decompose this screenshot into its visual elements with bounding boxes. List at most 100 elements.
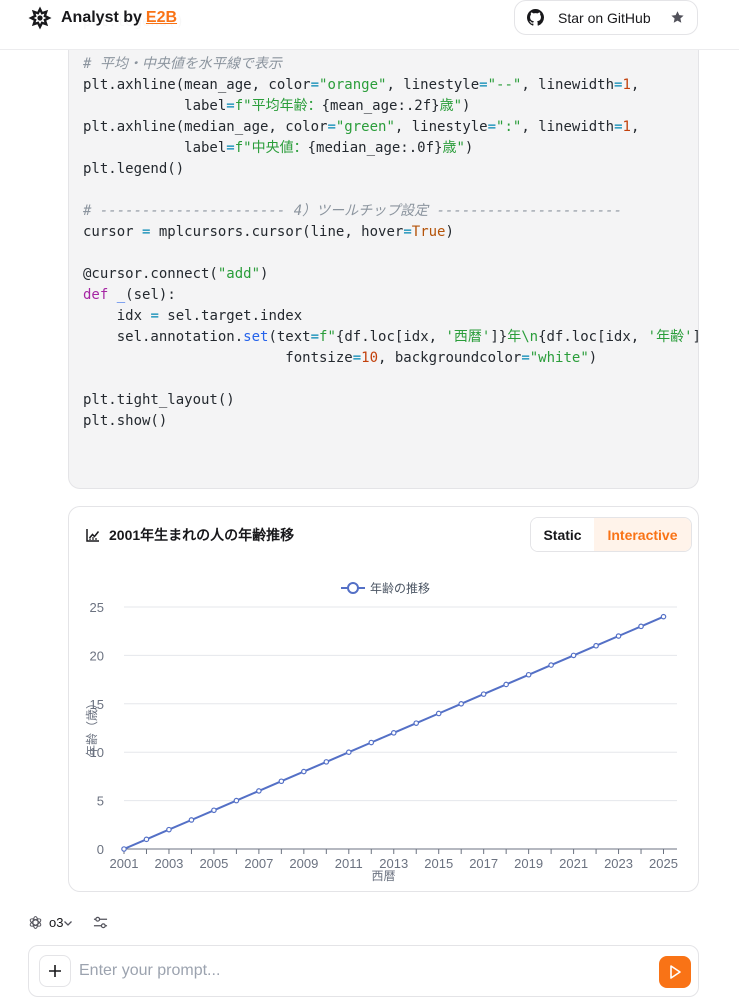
code-block: plt.legend() # 平均・中央値を水平線で表示 plt.axhline(m… — [68, 0, 699, 489]
code-token: fontsize — [83, 350, 353, 366]
code-token: sel.target.index — [158, 308, 303, 324]
python-code: plt.legend() # 平均・中央値を水平線で表示 plt.axhline(m… — [83, 12, 699, 432]
prompt-input[interactable] — [79, 959, 639, 983]
code-token: ]} — [490, 329, 508, 345]
code-line: label=f"中央値：{median_age:.0f}歳") — [83, 138, 698, 159]
static-view-button[interactable]: Static — [531, 518, 594, 551]
data-point — [211, 807, 217, 814]
star-on-github-button[interactable]: Star on GitHub — [514, 0, 698, 35]
data-point — [413, 720, 420, 726]
code-token: 年\n — [507, 329, 539, 345]
code-line: plt.tight_layout() — [83, 390, 698, 411]
sliders-icon — [94, 916, 108, 929]
code-token: ) — [588, 350, 598, 366]
data-point — [345, 749, 352, 756]
data-point — [166, 826, 172, 833]
brand[interactable]: Analyst by E2B — [28, 6, 177, 30]
code-token: , linewidth — [521, 77, 615, 93]
code-token: set — [243, 329, 269, 345]
code-token: , — [630, 119, 640, 135]
code-token: plt.axhline(mean_age, color — [83, 77, 311, 93]
data-point — [143, 836, 150, 843]
x-tick-label: 2011 — [335, 856, 363, 871]
code-token: "--" — [487, 77, 522, 93]
code-line: def _(sel): — [83, 285, 698, 306]
code-token: '西暦' — [445, 329, 491, 345]
code-token: cursor — [83, 224, 143, 240]
code-token: = — [614, 119, 623, 135]
code-token: '年齢' — [647, 329, 693, 345]
legend-label: 年齢の推移 — [370, 581, 430, 596]
code-token: {df.loc[idx, — [538, 329, 648, 345]
code-token: # 平均・中央値を水平線で表示 — [83, 56, 282, 72]
x-tick-label: 2025 — [649, 856, 678, 871]
code-line: @cursor.connect("add") — [83, 264, 698, 285]
data-point — [458, 701, 464, 707]
code-line: label=f"平均年齢：{mean_age:.2f}歳") — [83, 96, 698, 117]
y-tick-label: 20 — [90, 648, 104, 663]
y-axis-label: 年齢（歳） — [84, 697, 99, 757]
code-token: , linestyle — [394, 119, 488, 135]
code-token: f"平均年齢： — [234, 98, 322, 114]
chart-title: 2001年生まれの人の年齢推移 — [109, 527, 295, 543]
model-selector[interactable]: o3 — [28, 915, 73, 930]
x-tick-label: 2015 — [424, 856, 453, 871]
code-token: ] — [693, 329, 699, 345]
code-line: fontsize=10, backgroundcolor="white") — [83, 348, 698, 369]
code-token: # ---------------------- 4）ツールチップ設定 ----… — [83, 203, 623, 219]
code-token: ":" — [496, 119, 522, 135]
add-attachment-button[interactable] — [39, 955, 71, 987]
code-token: = — [521, 350, 530, 366]
app-header: Analyst by E2B Star on GitHub — [0, 0, 739, 50]
send-button[interactable] — [659, 956, 691, 988]
interactive-view-button[interactable]: Interactive — [594, 518, 691, 551]
code-line: # 平均・中央値を水平線で表示 — [83, 54, 698, 75]
data-point — [278, 778, 285, 785]
x-tick-label: 2017 — [469, 856, 498, 871]
code-token: 歳" — [439, 98, 463, 114]
code-token: mplcursors.cursor(line, hover — [150, 224, 404, 240]
x-tick-label: 2003 — [154, 856, 183, 871]
code-token: , linewidth — [521, 119, 615, 135]
x-tick-label: 2021 — [559, 856, 588, 871]
code-token: = — [226, 140, 235, 156]
model-bar: o3 — [28, 915, 108, 930]
data-point — [323, 759, 330, 765]
prompt-bar — [28, 945, 699, 997]
view-toggle: Static Interactive — [530, 517, 692, 552]
brand-title: Analyst by — [61, 9, 142, 26]
code-token: ) — [464, 140, 474, 156]
code-token: = — [403, 224, 412, 240]
settings-button[interactable] — [93, 915, 108, 930]
data-point — [233, 797, 240, 804]
x-tick-label: 2009 — [289, 856, 318, 871]
legend-marker — [347, 582, 359, 594]
line-chart[interactable]: 05101520252001 2003 2005 2007 2009 2011 2013 20… — [69, 507, 700, 893]
code-token: ) — [260, 266, 269, 282]
code-line: idx = sel.target.index — [83, 306, 698, 327]
data-point — [480, 691, 487, 697]
data-point — [570, 652, 577, 659]
data-point — [435, 710, 442, 717]
data-point — [368, 739, 375, 746]
data-point — [121, 846, 127, 852]
e2b-link[interactable]: E2B — [146, 9, 177, 27]
model-name: o3 — [49, 915, 64, 930]
code-token: "white" — [529, 350, 589, 366]
star-icon — [671, 11, 684, 23]
code-token: , backgroundcolor — [378, 350, 522, 366]
code-token: = — [352, 350, 362, 366]
code-token: label — [83, 98, 227, 114]
code-token: "green" — [335, 119, 395, 135]
code-token: def — [83, 287, 109, 303]
x-tick-label: 2001 — [110, 856, 139, 871]
data-point — [593, 642, 599, 649]
code-token: 1 — [622, 119, 631, 135]
code-token: {median_age:.0f} — [307, 140, 443, 156]
e2b-logo-icon — [28, 6, 52, 30]
code-token: = — [310, 329, 320, 345]
code-token: True — [411, 224, 446, 240]
data-point — [256, 788, 262, 794]
data-point — [301, 768, 307, 775]
